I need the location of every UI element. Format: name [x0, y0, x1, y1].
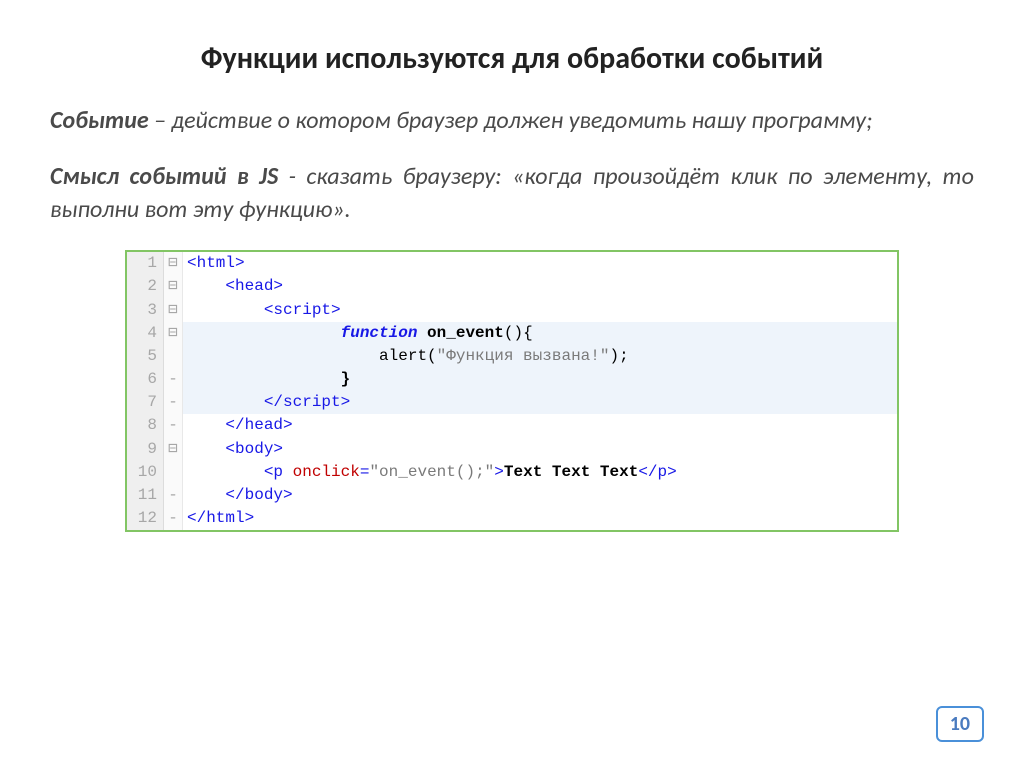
page-number-badge: 10: [936, 706, 984, 742]
code-content: </body>: [183, 484, 897, 507]
line-number: 6: [127, 368, 164, 391]
code-content: <html>: [183, 252, 897, 275]
line-number: 12: [127, 507, 164, 530]
fold-icon: -: [164, 368, 183, 391]
definition-paragraph: Событие – действие о котором браузер дол…: [50, 105, 974, 137]
slide-title: Функции используются для обработки событ…: [50, 40, 974, 77]
line-number: 5: [127, 345, 164, 368]
definition-term: Событие: [50, 106, 149, 135]
code-content: alert("Функция вызвана!");: [183, 345, 897, 368]
line-number: 7: [127, 391, 164, 414]
line-number: 11: [127, 484, 164, 507]
definition-body: – действие о котором браузер должен увед…: [149, 106, 873, 135]
code-content: function on_event(){: [183, 322, 897, 345]
fold-icon: ⊟: [164, 322, 183, 345]
fold-icon: ⊟: [164, 275, 183, 298]
line-number: 1: [127, 252, 164, 275]
fold-icon: [164, 461, 183, 484]
code-line: 10 <p onclick="on_event();">Text Text Te…: [127, 461, 897, 484]
code-line: 12-</html>: [127, 507, 897, 530]
code-line: 3⊟ <script>: [127, 299, 897, 322]
code-line: 11- </body>: [127, 484, 897, 507]
code-content: </head>: [183, 414, 897, 437]
line-number: 3: [127, 299, 164, 322]
meaning-term: Смысл событий в JS: [50, 162, 278, 191]
line-number: 10: [127, 461, 164, 484]
fold-icon: -: [164, 391, 183, 414]
meaning-paragraph: Смысл событий в JS - сказать браузеру: «…: [50, 161, 974, 226]
line-number: 8: [127, 414, 164, 437]
code-line: 5 alert("Функция вызвана!");: [127, 345, 897, 368]
code-content: <p onclick="on_event();">Text Text Text<…: [183, 461, 897, 484]
line-number: 9: [127, 438, 164, 461]
code-line: 7- </script>: [127, 391, 897, 414]
code-line: 6- }: [127, 368, 897, 391]
fold-icon: ⊟: [164, 438, 183, 461]
code-content: <head>: [183, 275, 897, 298]
fold-icon: ⊟: [164, 299, 183, 322]
fold-icon: -: [164, 484, 183, 507]
fold-icon: ⊟: [164, 252, 183, 275]
code-content: }: [183, 368, 897, 391]
code-line: 2⊟ <head>: [127, 275, 897, 298]
code-line: 9⊟ <body>: [127, 438, 897, 461]
fold-icon: -: [164, 507, 183, 530]
code-content: </script>: [183, 391, 897, 414]
code-line: 8- </head>: [127, 414, 897, 437]
line-number: 4: [127, 322, 164, 345]
code-line: 4⊟ function on_event(){: [127, 322, 897, 345]
code-line: 1⊟<html>: [127, 252, 897, 275]
fold-icon: [164, 345, 183, 368]
code-content: <body>: [183, 438, 897, 461]
code-content: <script>: [183, 299, 897, 322]
fold-icon: -: [164, 414, 183, 437]
line-number: 2: [127, 275, 164, 298]
code-content: </html>: [183, 507, 897, 530]
code-block: 1⊟<html>2⊟ <head>3⊟ <script>4⊟ function …: [125, 250, 899, 532]
